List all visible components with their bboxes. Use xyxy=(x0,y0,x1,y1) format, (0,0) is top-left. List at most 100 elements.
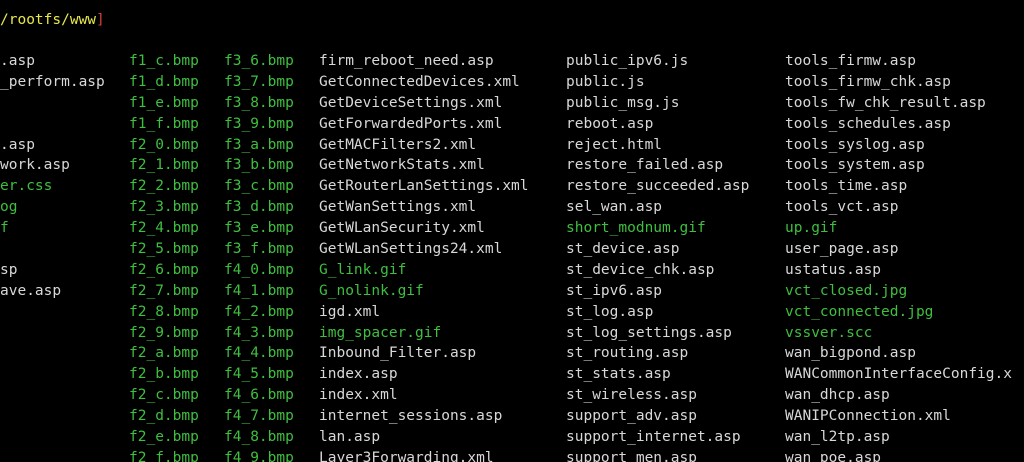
file-entry: st_routing.asp xyxy=(566,345,689,362)
file-entry: f3_d.bmp xyxy=(224,199,294,216)
file-entry: f2_d.bmp xyxy=(129,408,199,425)
file-entry: WANCommonInterfaceConfig.x xyxy=(785,366,1012,383)
file-entry: f2_c.bmp xyxy=(129,387,199,404)
file-entry: og xyxy=(0,199,18,216)
file-entry: f xyxy=(0,220,9,237)
file-entry: f2_4.bmp xyxy=(129,220,199,237)
file-entry: sp xyxy=(0,261,18,278)
file-entry: f1_e.bmp xyxy=(129,94,199,111)
file-entry: f2_1.bmp xyxy=(129,157,199,174)
file-entry: reboot.asp xyxy=(566,115,654,132)
file-entry: f3_9.bmp xyxy=(224,115,294,132)
file-entry: index.asp xyxy=(319,366,398,383)
file-entry: work.asp xyxy=(0,157,70,174)
file-entry: tools_syslog.asp xyxy=(785,136,925,153)
file-entry: igd.xml xyxy=(319,303,381,320)
prompt-path: /rootfs/www xyxy=(0,12,97,28)
file-entry: wan_dhcp.asp xyxy=(785,387,890,404)
file-entry: GetNetworkStats.xml xyxy=(319,157,485,174)
listing-column-4: firm_reboot_need.asp GetConnectedDevices.… xyxy=(319,51,529,462)
file-entry: f2_f.bmp xyxy=(129,449,199,462)
file-entry: f4_2.bmp xyxy=(224,303,294,320)
file-entry: vct_connected.jpg xyxy=(785,303,934,320)
shell-prompt: /rootfs/www] xyxy=(0,10,105,31)
listing-column-1: .asp _perform.asp .asp work.asp er.css og f sp a… xyxy=(0,51,105,302)
file-entry: lan.asp xyxy=(319,429,381,446)
file-entry: st_device_chk.asp xyxy=(566,261,715,278)
file-entry: public_msg.js xyxy=(566,94,680,111)
file-entry: short_modnum.gif xyxy=(566,220,706,237)
file-entry: tools_vct.asp xyxy=(785,199,899,216)
file-entry: f3_8.bmp xyxy=(224,94,294,111)
file-entry: ustatus.asp xyxy=(785,261,882,278)
file-entry: f4_9.bmp xyxy=(224,449,294,462)
file-entry: GetWLanSettings24.xml xyxy=(319,241,503,258)
file-entry: f4_5.bmp xyxy=(224,366,294,383)
file-entry: f4_3.bmp xyxy=(224,324,294,341)
file-entry: Inbound_Filter.asp xyxy=(319,345,477,362)
file-entry: img_spacer.gif xyxy=(319,324,442,341)
file-entry: f2_2.bmp xyxy=(129,178,199,195)
file-entry: st_log_settings.asp xyxy=(566,324,732,341)
file-entry: f3_6.bmp xyxy=(224,53,294,69)
file-entry: GetDeviceSettings.xml xyxy=(319,94,503,111)
file-entry: restore_succeeded.asp xyxy=(566,178,750,195)
file-entry: vssver.scc xyxy=(785,324,873,341)
file-entry: f2_b.bmp xyxy=(129,366,199,383)
file-entry: G_link.gif xyxy=(319,261,407,278)
file-entry: f3_e.bmp xyxy=(224,220,294,237)
file-entry: st_stats.asp xyxy=(566,366,671,383)
file-entry: tools_time.asp xyxy=(785,178,908,195)
file-entry: wan_poe.asp xyxy=(785,449,882,462)
file-entry: WANIPConnection.xml xyxy=(785,408,951,425)
file-entry: f2_e.bmp xyxy=(129,429,199,446)
listing-column-6: tools_firmw.asp tools_firmw_chk.asp tools_… xyxy=(785,51,1012,462)
file-entry: f2_a.bmp xyxy=(129,345,199,362)
file-entry: GetWLanSecurity.xml xyxy=(319,220,485,237)
file-entry: GetConnectedDevices.xml xyxy=(319,73,520,90)
file-entry: f2_3.bmp xyxy=(129,199,199,216)
file-entry: G_nolink.gif xyxy=(319,282,424,299)
file-entry: f2_8.bmp xyxy=(129,303,199,320)
file-entry: f4_1.bmp xyxy=(224,282,294,299)
file-entry: f4_8.bmp xyxy=(224,429,294,446)
listing-column-2: f1_c.bmp f1_d.bmp f1_e.bmp f1_f.bmp f2_0.bmp… xyxy=(129,51,199,462)
file-entry: f3_c.bmp xyxy=(224,178,294,195)
file-entry: GetMACFilters2.xml xyxy=(319,136,477,153)
file-entry: tools_fw_chk_result.asp xyxy=(785,94,986,111)
file-entry: f3_7.bmp xyxy=(224,73,294,90)
file-entry: st_log.asp xyxy=(566,303,654,320)
file-entry: f1_c.bmp xyxy=(129,53,199,69)
terminal-window[interactable]: /rootfs/www] .asp _perform.asp .asp work.as… xyxy=(0,0,1024,462)
file-entry: er.css xyxy=(0,178,53,195)
file-entry: st_wireless.asp xyxy=(566,387,697,404)
file-entry: f4_7.bmp xyxy=(224,408,294,425)
file-entry: f3_f.bmp xyxy=(224,241,294,258)
file-entry: f2_9.bmp xyxy=(129,324,199,341)
file-entry: tools_system.asp xyxy=(785,157,925,174)
listing-blank xyxy=(0,239,105,260)
prompt-bracket: ] xyxy=(96,12,105,28)
file-entry: _perform.asp xyxy=(0,73,105,90)
file-entry: up.gif xyxy=(785,220,838,237)
file-entry: f4_0.bmp xyxy=(224,261,294,278)
file-entry: tools_firmw.asp xyxy=(785,53,916,69)
file-entry: user_page.asp xyxy=(785,241,899,258)
file-entry: support_men.asp xyxy=(566,449,697,462)
file-entry: sel_wan.asp xyxy=(566,199,663,216)
file-entry: GetWanSettings.xml xyxy=(319,199,477,216)
file-entry: ave.asp xyxy=(0,282,62,299)
file-entry: f4_4.bmp xyxy=(224,345,294,362)
listing-blank xyxy=(0,114,105,135)
file-entry: tools_firmw_chk.asp xyxy=(785,73,951,90)
listing-blank xyxy=(0,93,105,114)
file-entry: tools_schedules.asp xyxy=(785,115,951,132)
file-entry: wan_bigpond.asp xyxy=(785,345,916,362)
file-entry: internet_sessions.asp xyxy=(319,408,503,425)
file-entry: firm_reboot_need.asp xyxy=(319,53,494,69)
file-entry: public.js xyxy=(566,73,645,90)
file-entry: st_device.asp xyxy=(566,241,680,258)
file-entry: GetForwardedPorts.xml xyxy=(319,115,503,132)
file-entry: f2_7.bmp xyxy=(129,282,199,299)
file-entry: f2_5.bmp xyxy=(129,241,199,258)
